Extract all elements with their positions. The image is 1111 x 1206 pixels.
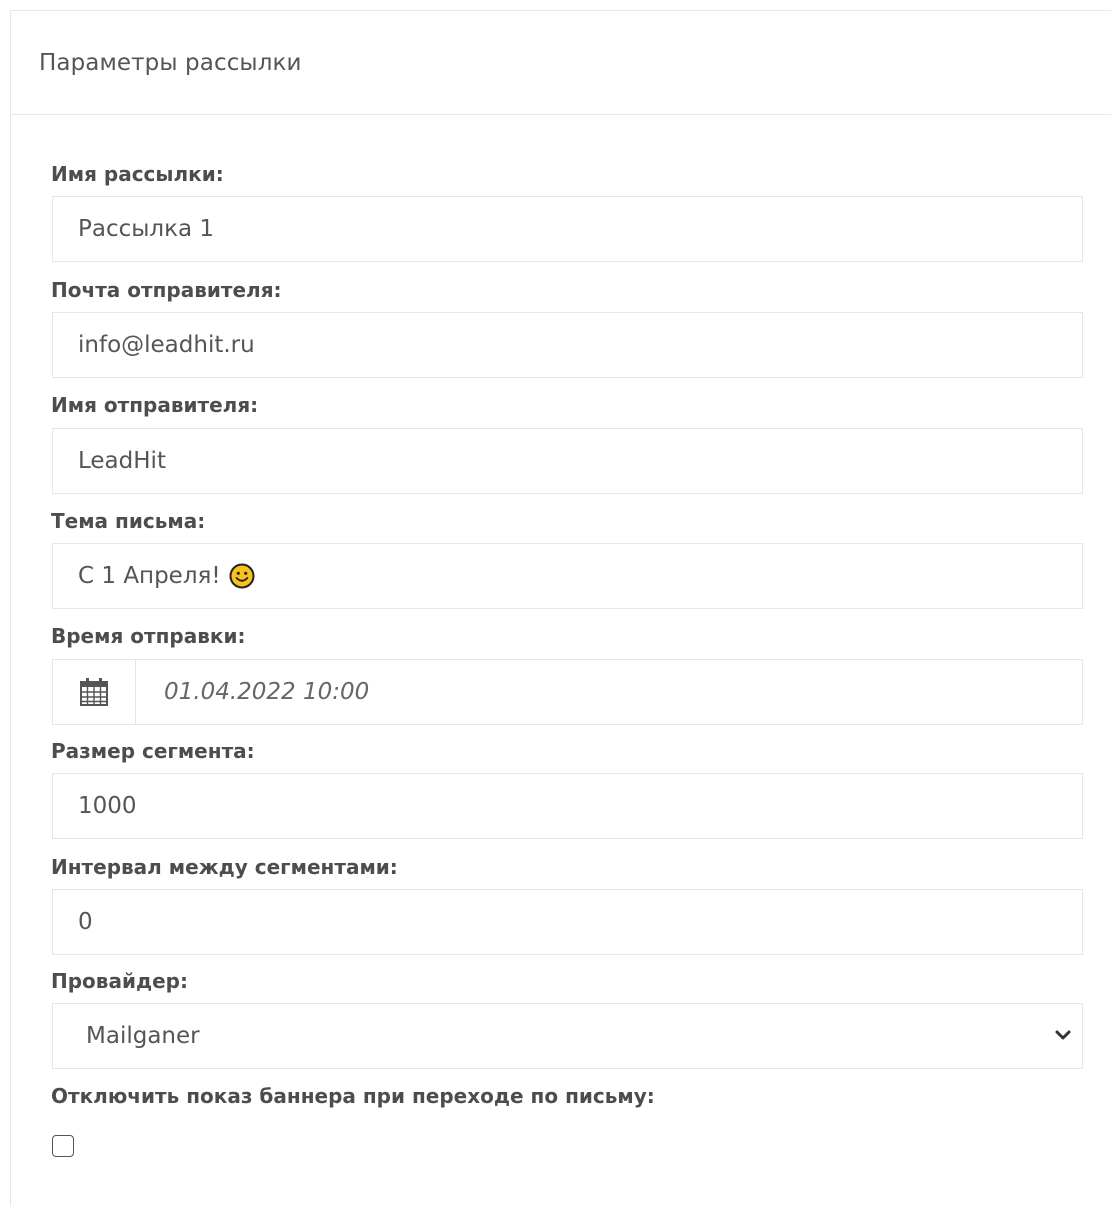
chevron-down-icon (1055, 1030, 1071, 1040)
mailing-name-input[interactable]: Рассылка 1 (52, 196, 1083, 262)
send-time-input-group[interactable]: 01.04.2022 10:00 (52, 659, 1083, 725)
disable-banner-label: Отключить показ баннера при переходе по … (51, 1084, 655, 1108)
send-time-value: 01.04.2022 10:00 (164, 679, 370, 705)
subject-value: С 1 Апреля! (78, 563, 221, 589)
sender-name-value: LeadHit (78, 448, 166, 474)
sender-name-label: Имя отправителя: (51, 393, 259, 417)
segment-interval-label: Интервал между сегментами: (51, 855, 398, 879)
panel-title: Параметры рассылки (39, 49, 302, 76)
segment-interval-value: 0 (78, 909, 93, 935)
provider-label: Провайдер: (51, 969, 188, 993)
smile-emoji-icon (229, 563, 255, 589)
disable-banner-checkbox[interactable] (52, 1135, 74, 1157)
subject-input[interactable]: С 1 Апреля! (52, 543, 1083, 609)
segment-size-value: 1000 (78, 793, 137, 819)
provider-selected-value: Mailganer (86, 1023, 200, 1049)
segment-size-label: Размер сегмента: (51, 739, 255, 763)
provider-select[interactable]: Mailganer (52, 1003, 1083, 1069)
send-time-label: Время отправки: (51, 624, 246, 648)
subject-label: Тема письма: (51, 509, 206, 533)
mailing-settings-panel: Параметры рассылки Имя рассылки: Рассылк… (10, 10, 1111, 1206)
panel-header: Параметры рассылки (11, 11, 1111, 115)
sender-name-input[interactable]: LeadHit (52, 428, 1083, 494)
mailing-name-label: Имя рассылки: (51, 162, 224, 186)
segment-size-input[interactable]: 1000 (52, 773, 1083, 839)
calendar-addon[interactable] (53, 660, 136, 724)
sender-email-input[interactable]: info@leadhit.ru (52, 312, 1083, 378)
calendar-icon (80, 678, 108, 706)
segment-interval-input[interactable]: 0 (52, 889, 1083, 955)
sender-email-value: info@leadhit.ru (78, 332, 255, 358)
sender-email-label: Почта отправителя: (51, 278, 282, 302)
mailing-name-value: Рассылка 1 (78, 216, 215, 242)
